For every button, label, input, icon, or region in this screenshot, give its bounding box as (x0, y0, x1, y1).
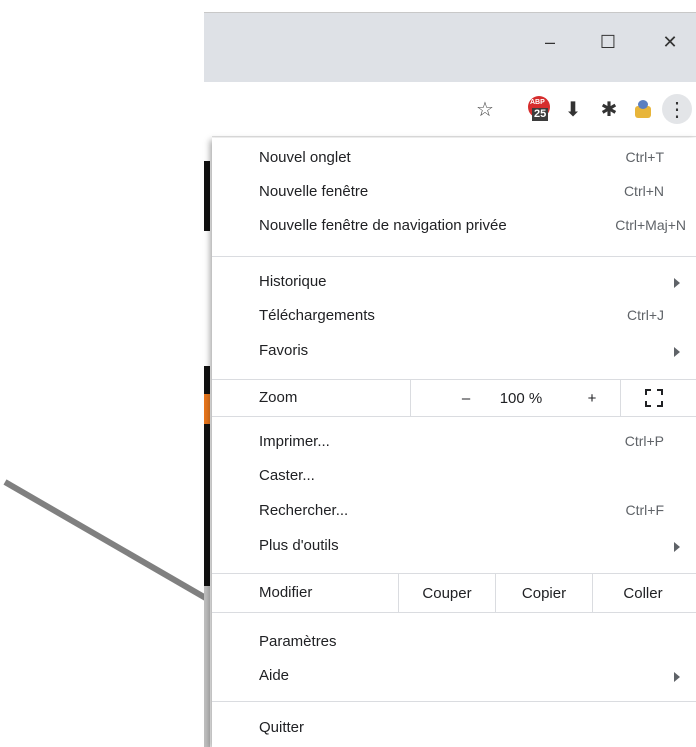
zoom-divider (620, 380, 621, 416)
menu-item-shortcut: Ctrl+P (624, 433, 664, 449)
menu-item-quit[interactable]: Quitter (212, 712, 696, 746)
menu-item-print[interactable]: Imprimer... Ctrl+P (212, 426, 696, 460)
minimize-button[interactable]: – (530, 27, 570, 57)
zoom-label: Zoom (259, 389, 298, 406)
menu-item-label: Plus d'outils (259, 537, 339, 554)
browser-toolbar: ☆ ABP 25 ⬇ ✱ ⋮ (204, 82, 696, 137)
zoom-level-value: 100 % (499, 389, 543, 407)
menu-item-label: Quitter (259, 719, 305, 736)
adblock-extension-button[interactable]: ABP 25 (524, 94, 554, 124)
kebab-menu-icon: ⋮ (667, 98, 687, 121)
zoom-in-button[interactable]: + (572, 380, 612, 416)
extension-logo-icon (632, 98, 654, 120)
fullscreen-icon (645, 389, 663, 407)
menu-item-find[interactable]: Rechercher... Ctrl+F (212, 495, 696, 529)
window-title-bar: – ☐ ✕ (204, 12, 696, 83)
menu-item-shortcut: Ctrl+J (627, 307, 664, 323)
menu-item-label: Favoris (259, 342, 309, 359)
menu-item-bookmarks[interactable]: Favoris (212, 335, 696, 369)
maximize-button[interactable]: ☐ (588, 27, 628, 57)
submenu-arrow-icon (674, 347, 680, 357)
menu-item-label: Historique (259, 273, 327, 290)
menu-item-new-window[interactable]: Nouvelle fenêtre Ctrl+N (212, 176, 696, 210)
zoom-divider (410, 380, 411, 416)
menu-item-history[interactable]: Historique (212, 266, 696, 300)
copy-button[interactable]: Copier (496, 574, 592, 612)
menu-item-label: Nouvel onglet (259, 149, 351, 166)
menu-separator (212, 612, 696, 613)
menu-item-label: Paramètres (259, 633, 337, 650)
star-icon: ☆ (476, 98, 494, 121)
menu-item-new-tab[interactable]: Nouvel onglet Ctrl+T (212, 142, 696, 176)
submenu-arrow-icon (674, 672, 680, 682)
chrome-menu-button[interactable]: ⋮ (662, 94, 692, 124)
menu-separator (212, 256, 696, 257)
zoom-out-button[interactable]: – (444, 380, 488, 416)
profile-extension-button[interactable] (628, 94, 658, 124)
puzzle-icon: ✱ (600, 98, 618, 121)
fullscreen-button[interactable] (630, 380, 678, 416)
menu-item-label: Nouvelle fenêtre (259, 183, 369, 200)
menu-item-shortcut: Ctrl+Maj+N (615, 217, 686, 233)
bookmark-star-button[interactable]: ☆ (470, 94, 500, 124)
cut-button[interactable]: Couper (399, 574, 495, 612)
maximize-icon: ☐ (599, 31, 617, 52)
download-arrow-icon: ⬇ (564, 98, 582, 121)
menu-separator (212, 701, 696, 702)
minimize-icon: – (544, 31, 555, 52)
menu-item-label: Téléchargements (259, 307, 375, 324)
download-button[interactable]: ⬇ (558, 94, 588, 124)
menu-item-label: Rechercher... (259, 502, 349, 519)
plus-icon: + (587, 389, 597, 407)
adblock-icon: ABP 25 (526, 96, 552, 122)
menu-item-help[interactable]: Aide (212, 660, 696, 694)
menu-item-shortcut: Ctrl+T (625, 149, 665, 165)
menu-item-label: Nouvelle fenêtre de navigation privée (259, 217, 507, 234)
menu-item-downloads[interactable]: Téléchargements Ctrl+J (212, 300, 696, 334)
menu-item-label: Aide (259, 667, 290, 684)
menu-item-settings[interactable]: Paramètres (212, 626, 696, 660)
submenu-arrow-icon (674, 278, 680, 288)
submenu-arrow-icon (674, 542, 680, 552)
menu-item-cast[interactable]: Caster... (212, 460, 696, 494)
adblock-label: ABP (530, 99, 545, 106)
minus-icon: – (461, 389, 471, 407)
menu-item-shortcut: Ctrl+N (623, 183, 664, 199)
menu-item-shortcut: Ctrl+F (625, 502, 665, 518)
page-content-edge (204, 136, 212, 747)
chrome-main-menu: Nouvel onglet Ctrl+T Nouvelle fenêtre Ct… (212, 138, 696, 747)
paste-button[interactable]: Coller (593, 574, 693, 612)
menu-item-more-tools[interactable]: Plus d'outils (212, 530, 696, 564)
menu-item-label: Caster... (259, 467, 315, 484)
edit-row: Modifier Couper Copier Coller (212, 574, 696, 612)
adblock-count-badge: 25 (532, 108, 549, 121)
close-icon: ✕ (662, 31, 678, 52)
menu-separator (212, 416, 696, 417)
extensions-button[interactable]: ✱ (594, 94, 624, 124)
menu-item-label: Imprimer... (259, 433, 330, 450)
menu-item-incognito-window[interactable]: Nouvelle fenêtre de navigation privée Ct… (212, 210, 696, 244)
zoom-row: Zoom – 100 % + (212, 380, 696, 416)
edit-label: Modifier (259, 584, 313, 601)
close-window-button[interactable]: ✕ (650, 27, 690, 57)
